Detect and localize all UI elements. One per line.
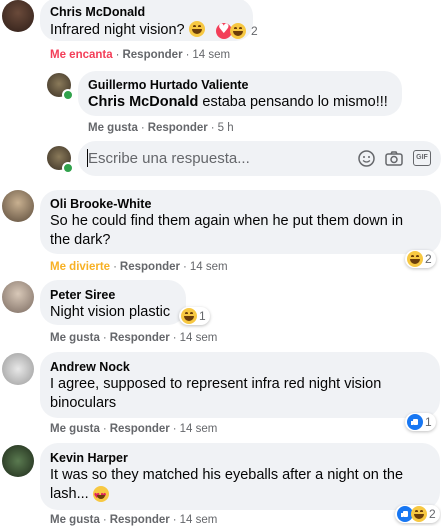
mention-link[interactable]: Chris McDonald bbox=[88, 94, 198, 110]
like-link[interactable]: Me gusta bbox=[50, 514, 100, 526]
like-reaction-icon bbox=[407, 414, 423, 430]
like-link[interactable]: Me gusta bbox=[50, 423, 100, 435]
reaction-link[interactable]: Me encanta bbox=[50, 49, 113, 61]
online-status-indicator bbox=[62, 162, 74, 174]
timestamp[interactable]: 14 sem bbox=[180, 423, 218, 435]
timestamp[interactable]: 14 sem bbox=[192, 49, 230, 61]
online-status-indicator bbox=[62, 89, 74, 101]
comment-text: Chris McDonald estaba pensando lo mismo!… bbox=[88, 94, 388, 110]
reply-link[interactable]: Responder bbox=[122, 49, 182, 61]
timestamp[interactable]: 14 sem bbox=[180, 514, 218, 526]
reply-link[interactable]: Responder bbox=[110, 332, 170, 344]
reaction-count: 1 bbox=[199, 309, 206, 323]
heart-eyes-emoji-icon bbox=[92, 486, 109, 506]
haha-reaction-icon bbox=[411, 506, 427, 522]
comment-author[interactable]: Kevin Harper bbox=[50, 451, 128, 465]
comment-actions: Me gusta · Responder · 14 sem bbox=[50, 514, 218, 526]
comment-author[interactable]: Andrew Nock bbox=[50, 360, 130, 374]
comment-text: Night vision plastic bbox=[50, 304, 171, 320]
haha-reaction-icon bbox=[230, 23, 246, 39]
reaction-summary[interactable]: 1 bbox=[179, 307, 210, 325]
emoji-icon[interactable] bbox=[358, 150, 375, 167]
comment-author[interactable]: Oli Brooke-White bbox=[50, 197, 151, 211]
reply-placeholder: Escribe una respuesta... bbox=[88, 150, 250, 167]
reaction-link[interactable]: Me divierte bbox=[50, 261, 110, 273]
like-link[interactable]: Me gusta bbox=[88, 122, 138, 134]
reaction-summary[interactable]: 1 bbox=[405, 413, 436, 431]
comment-text-line: binoculars bbox=[50, 395, 117, 411]
comment-actions: Me gusta · Responder · 5 h bbox=[88, 122, 234, 134]
timestamp[interactable]: 14 sem bbox=[180, 332, 218, 344]
reaction-summary[interactable]: 2 bbox=[216, 22, 258, 39]
avatar[interactable] bbox=[2, 281, 34, 313]
comment-text-line: lash... bbox=[50, 485, 109, 506]
avatar[interactable] bbox=[2, 353, 34, 385]
avatar[interactable] bbox=[2, 190, 34, 222]
reply-link[interactable]: Responder bbox=[120, 261, 180, 273]
comment-text-line: It was so they matched his eyeballs afte… bbox=[50, 467, 404, 483]
comment-actions: Me gusta · Responder · 14 sem bbox=[50, 423, 218, 435]
haha-reaction-icon bbox=[407, 251, 423, 267]
comment-text-line: the dark? bbox=[50, 232, 111, 248]
avatar[interactable] bbox=[2, 0, 34, 32]
reply-input[interactable]: Escribe una respuesta... GIF bbox=[78, 141, 441, 176]
like-link[interactable]: Me gusta bbox=[50, 332, 100, 344]
reply-link[interactable]: Responder bbox=[110, 423, 170, 435]
reaction-count: 2 bbox=[425, 252, 432, 266]
comment-text-line: So he could find them again when he put … bbox=[50, 213, 404, 229]
comment-author[interactable]: Peter Siree bbox=[50, 288, 115, 302]
reply-link[interactable]: Responder bbox=[110, 514, 170, 526]
reaction-summary[interactable]: 2 bbox=[405, 250, 436, 268]
reaction-count: 2 bbox=[251, 24, 258, 38]
timestamp[interactable]: 5 h bbox=[218, 122, 234, 134]
comment-actions: Me encanta · Responder · 14 sem bbox=[50, 49, 231, 61]
comment-author[interactable]: Guillermo Hurtado Valiente bbox=[88, 78, 248, 92]
haha-emoji-icon bbox=[188, 21, 205, 37]
gif-icon[interactable]: GIF bbox=[413, 150, 431, 166]
avatar[interactable] bbox=[2, 445, 34, 477]
comment-text: Infrared night vision? bbox=[50, 21, 207, 40]
camera-icon[interactable] bbox=[385, 150, 403, 167]
reaction-count: 1 bbox=[425, 415, 432, 429]
reaction-summary[interactable]: 2 bbox=[395, 505, 440, 523]
comment-author[interactable]: Chris McDonald bbox=[50, 5, 145, 19]
comment-actions: Me gusta · Responder · 14 sem bbox=[50, 332, 218, 344]
comment-text-line: I agree, supposed to represent infra red… bbox=[50, 376, 382, 392]
reply-link[interactable]: Responder bbox=[148, 122, 208, 134]
gif-label: GIF bbox=[416, 154, 428, 161]
comment-actions: Me divierte · Responder · 14 sem bbox=[50, 261, 228, 273]
haha-reaction-icon bbox=[181, 308, 197, 324]
timestamp[interactable]: 14 sem bbox=[190, 261, 228, 273]
